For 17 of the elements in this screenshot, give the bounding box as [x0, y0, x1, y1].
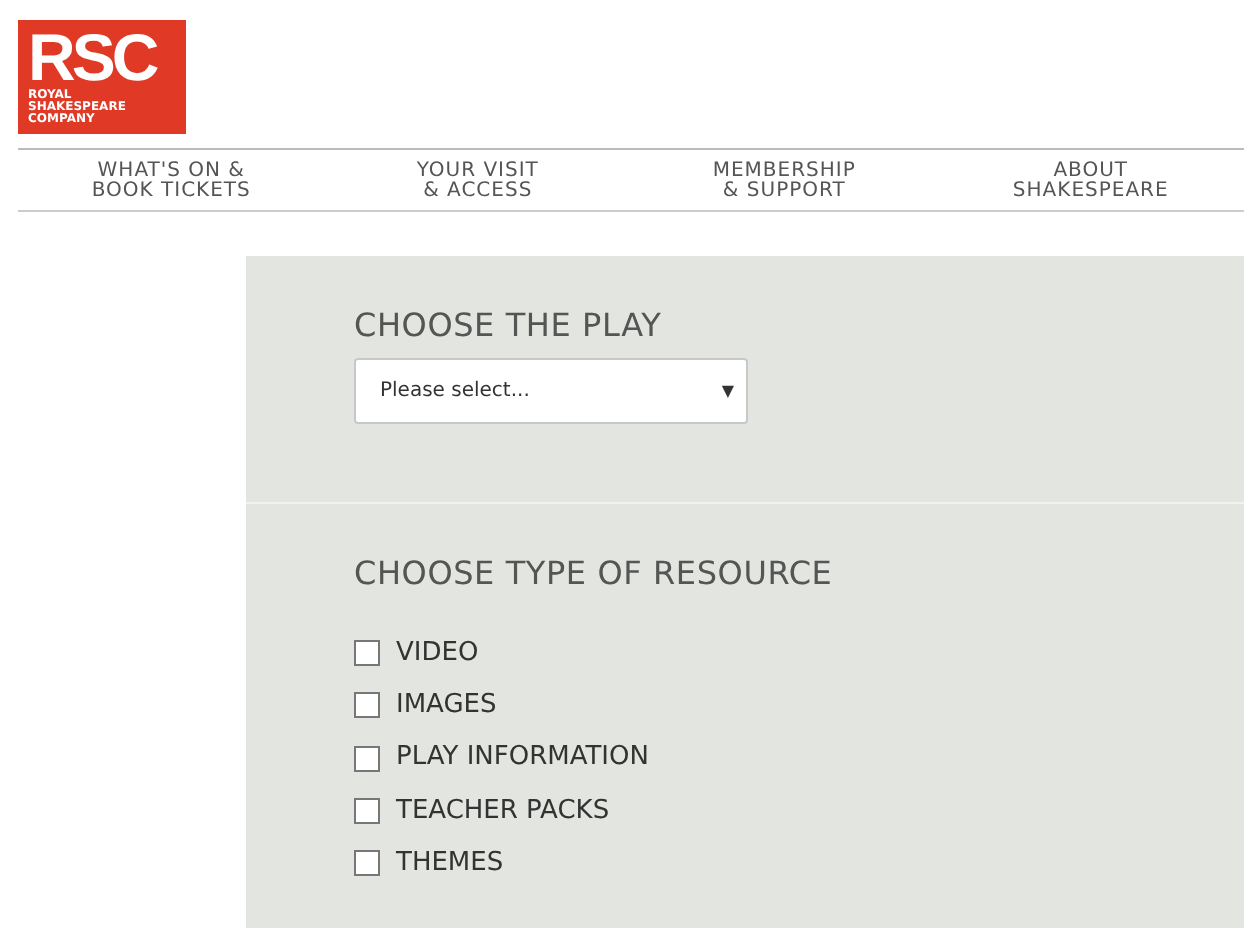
- nav-link[interactable]: ABOUT SHAKESPEARE: [937, 150, 1244, 210]
- nav-link[interactable]: WHAT'S ON & BOOK TICKETS: [18, 150, 325, 210]
- section-title: CHOOSE THE PLAY: [354, 306, 664, 345]
- checkbox-label[interactable]: VIDEO: [396, 633, 479, 673]
- checkbox-label[interactable]: IMAGES: [396, 686, 497, 726]
- nav-link[interactable]: MEMBERSHIP & SUPPORT: [631, 150, 938, 210]
- section-title: CHOOSE TYPE OF RESOURCE: [354, 554, 835, 593]
- play-select[interactable]: Please select... ▼: [354, 358, 748, 425]
- checkbox-label[interactable]: TEACHER PACKS: [396, 791, 610, 831]
- checkbox[interactable]: [354, 798, 380, 825]
- checkbox[interactable]: [354, 639, 380, 666]
- checkbox-label[interactable]: THEMES: [396, 844, 504, 884]
- checkbox[interactable]: [354, 745, 380, 772]
- checkbox[interactable]: [354, 692, 380, 719]
- checkbox[interactable]: [354, 850, 380, 877]
- nav-link[interactable]: YOUR VISIT & ACCESS: [324, 150, 631, 210]
- checkbox-label[interactable]: PLAY INFORMATION: [396, 738, 649, 778]
